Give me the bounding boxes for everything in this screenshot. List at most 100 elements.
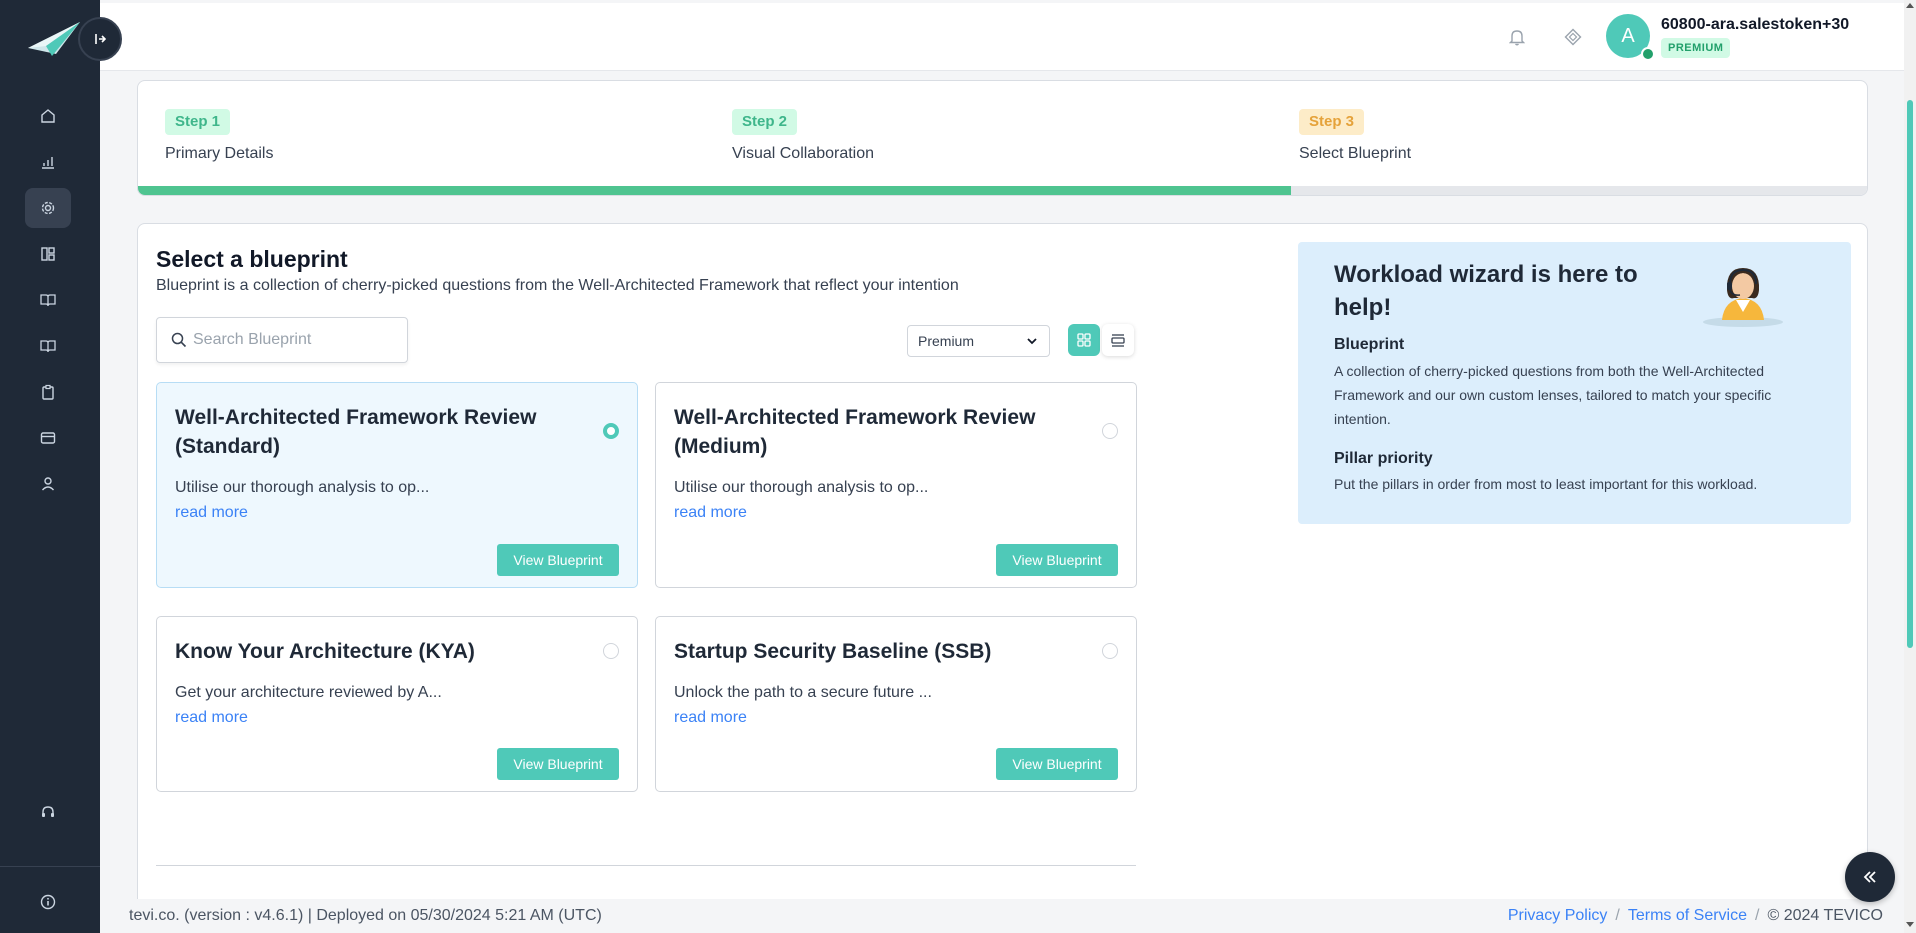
footer-links: Privacy Policy / Terms of Service / © 2024 T… bbox=[1508, 907, 1883, 925]
sidebar-item-lenses[interactable] bbox=[25, 326, 71, 366]
blueprint-card[interactable]: Well-Architected Framework Review (Stand… bbox=[156, 382, 638, 588]
blueprint-section: Select a blueprint Blueprint is a collec… bbox=[137, 223, 1868, 933]
wizard-steps: Step 1 Primary Details Step 2 Visual Col… bbox=[137, 80, 1868, 196]
blueprint-title: Startup Security Baseline (SSB) bbox=[674, 640, 992, 663]
book-icon bbox=[40, 294, 56, 307]
user-name[interactable]: 60800-ara.salestoken+30 bbox=[1661, 16, 1849, 34]
select-value: Premium bbox=[918, 333, 975, 349]
diamond-icon bbox=[1564, 28, 1582, 46]
grid-view-button[interactable] bbox=[1068, 324, 1100, 356]
view-blueprint-button[interactable]: View Blueprint bbox=[497, 544, 619, 576]
step-badge: Step 2 bbox=[732, 109, 798, 135]
sidebar-item-users[interactable] bbox=[25, 464, 71, 504]
blueprint-card[interactable]: Well-Architected Framework Review (Mediu… bbox=[655, 382, 1137, 588]
view-blueprint-button[interactable]: View Blueprint bbox=[497, 748, 619, 780]
help-heading-pillar-priority: Pillar priority bbox=[1334, 450, 1433, 467]
sidebar-item-reports[interactable] bbox=[25, 142, 71, 182]
page-title: Select a blueprint bbox=[156, 246, 348, 272]
sidebar-item-support[interactable] bbox=[25, 792, 71, 832]
list-icon bbox=[1111, 334, 1125, 347]
plan-badge: PREMIUM bbox=[1661, 38, 1731, 58]
step-badge: Step 1 bbox=[165, 109, 231, 135]
support-agent-illustration bbox=[1703, 268, 1783, 327]
notifications-button[interactable] bbox=[1505, 25, 1529, 49]
sidebar-nav bbox=[0, 96, 100, 510]
sidebar-item-info[interactable] bbox=[25, 882, 71, 922]
scroll-down-arrow[interactable] bbox=[1906, 922, 1914, 927]
step-3[interactable]: Step 3 Select Blueprint bbox=[1299, 109, 1411, 163]
top-header: A 60800-ara.salestoken+30 PREMIUM bbox=[100, 3, 1904, 71]
step-label: Select Blueprint bbox=[1299, 145, 1412, 162]
sidebar-item-home[interactable] bbox=[25, 96, 71, 136]
footer-separator: / bbox=[1755, 907, 1760, 924]
blueprint-description: Get your architecture reviewed by A... bbox=[175, 684, 442, 701]
sidebar-collapse-icon bbox=[95, 34, 107, 44]
clipboard-icon bbox=[42, 384, 54, 400]
online-status-dot bbox=[1641, 47, 1655, 61]
wizard-progress-bar bbox=[138, 186, 1867, 195]
list-view-button[interactable] bbox=[1102, 324, 1134, 356]
info-icon bbox=[40, 894, 56, 910]
read-more-link[interactable]: read more bbox=[175, 504, 248, 522]
version-info: tevi.co. (version : v4.6.1) | Deployed o… bbox=[129, 907, 602, 924]
blueprint-radio[interactable] bbox=[1102, 423, 1118, 439]
help-title: Workload wizard is here to help! bbox=[1334, 261, 1638, 321]
integrations-button[interactable] bbox=[1561, 25, 1585, 49]
blueprint-card[interactable]: Startup Security Baseline (SSB) Unlock t… bbox=[655, 616, 1137, 792]
sidebar-item-workloads[interactable] bbox=[25, 188, 71, 228]
copyright: © 2024 TEVICO bbox=[1767, 907, 1883, 924]
step-badge: Step 3 bbox=[1299, 109, 1365, 135]
help-heading-blueprint: Blueprint bbox=[1334, 336, 1405, 353]
terms-of-service-link[interactable]: Terms of Service bbox=[1628, 907, 1747, 924]
view-blueprint-button[interactable]: View Blueprint bbox=[996, 544, 1118, 576]
help-panel: Workload wizard is here to help! Bluepri… bbox=[1298, 242, 1851, 524]
sidebar-item-dashboard[interactable] bbox=[25, 234, 71, 274]
blueprint-radio[interactable] bbox=[1102, 643, 1118, 659]
sidebar-item-billing[interactable] bbox=[25, 418, 71, 458]
blueprint-card[interactable]: Know Your Architecture (KYA) Get your ar… bbox=[156, 616, 638, 792]
card-icon bbox=[40, 432, 56, 444]
headset-icon bbox=[42, 806, 54, 817]
privacy-policy-link[interactable]: Privacy Policy bbox=[1508, 907, 1608, 924]
blueprint-radio[interactable] bbox=[603, 643, 619, 659]
blueprint-description: Utilise our thorough analysis to op... bbox=[175, 479, 430, 496]
search-blueprint-field[interactable] bbox=[156, 317, 408, 363]
double-chevron-left-icon bbox=[1863, 871, 1876, 883]
scroll-up-arrow[interactable] bbox=[1906, 3, 1914, 8]
sidebar-item-library[interactable] bbox=[25, 280, 71, 320]
blueprint-type-select[interactable]: Premium bbox=[907, 325, 1050, 357]
blueprint-title: Well-Architected Framework Review (Mediu… bbox=[674, 406, 1036, 458]
step-2[interactable]: Step 2 Visual Collaboration bbox=[732, 109, 874, 163]
home-icon bbox=[41, 109, 55, 123]
step-label: Primary Details bbox=[165, 145, 274, 162]
blueprint-radio[interactable] bbox=[603, 423, 619, 439]
blueprint-description: Utilise our thorough analysis to op... bbox=[674, 479, 929, 496]
collapse-panel-button[interactable] bbox=[1845, 852, 1895, 902]
chart-icon bbox=[42, 157, 54, 169]
blueprint-title: Well-Architected Framework Review (Stand… bbox=[175, 406, 537, 458]
chevron-down-icon bbox=[1027, 338, 1037, 345]
help-text-pillar-priority: Put the pillars in order from most to le… bbox=[1334, 476, 1758, 492]
read-more-link[interactable]: read more bbox=[674, 709, 747, 727]
paper-plane-logo[interactable] bbox=[26, 18, 82, 58]
search-input[interactable] bbox=[193, 331, 393, 349]
sidebar-collapse-button[interactable] bbox=[78, 17, 122, 61]
read-more-link[interactable]: read more bbox=[674, 504, 747, 522]
blueprint-title: Know Your Architecture (KYA) bbox=[175, 640, 475, 663]
read-more-link[interactable]: read more bbox=[175, 709, 248, 727]
footer-separator: / bbox=[1615, 907, 1620, 924]
step-1[interactable]: Step 1 Primary Details bbox=[165, 109, 273, 163]
user-icon bbox=[41, 477, 55, 491]
sidebar-item-tasks[interactable] bbox=[25, 372, 71, 412]
footer: tevi.co. (version : v4.6.1) | Deployed o… bbox=[100, 899, 1904, 933]
view-blueprint-button[interactable]: View Blueprint bbox=[996, 748, 1118, 780]
page-subtitle: Blueprint is a collection of cherry-pick… bbox=[156, 277, 959, 294]
blueprint-description: Unlock the path to a secure future ... bbox=[674, 684, 932, 701]
page-scrollbar[interactable] bbox=[1904, 0, 1916, 933]
search-icon bbox=[171, 332, 187, 348]
bell-icon bbox=[1509, 30, 1525, 46]
grid-icon bbox=[1077, 333, 1091, 347]
step-label: Visual Collaboration bbox=[732, 145, 875, 162]
wizard-progress-fill bbox=[138, 186, 1292, 195]
scroll-thumb[interactable] bbox=[1907, 100, 1913, 648]
